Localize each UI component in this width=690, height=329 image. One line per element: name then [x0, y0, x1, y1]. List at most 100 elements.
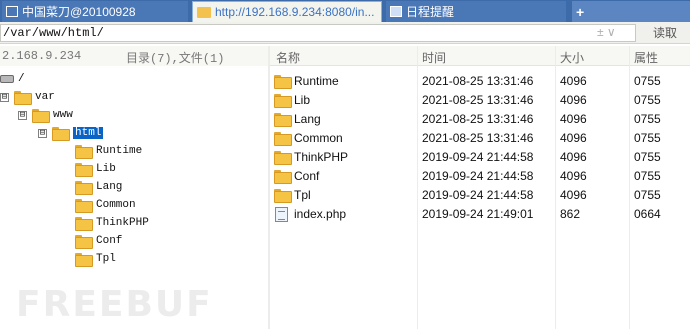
file-time: 2021-08-25 13:31:46 [422, 74, 534, 88]
tab-file-manager[interactable]: http://192.168.9.234:8080/in... [192, 1, 382, 22]
read-button[interactable]: 读取 [640, 24, 690, 42]
file-row[interactable]: ThinkPHP 2019-09-24 21:44:58 4096 0755 [270, 147, 690, 166]
file-row[interactable]: Common 2021-08-25 13:31:46 4096 0755 [270, 128, 690, 147]
file-size: 4096 [560, 74, 587, 88]
folder-icon [75, 163, 93, 177]
file-name: ThinkPHP [294, 150, 349, 164]
folder-icon [197, 6, 211, 18]
tab-label: 中国菜刀@20100928 [22, 5, 136, 19]
collapse-icon[interactable]: ⊟ [38, 128, 47, 138]
tree-node-var[interactable]: ⊟ var [0, 88, 55, 106]
item-count: 目录(7),文件(1) [126, 52, 225, 66]
folder-icon [75, 217, 93, 231]
tree-label: Common [96, 199, 136, 211]
file-time: 2019-09-24 21:44:58 [422, 150, 534, 164]
folder-icon [274, 75, 292, 89]
folder-icon [75, 199, 93, 213]
collapse-icon[interactable]: ⊟ [0, 92, 9, 102]
tree-node-child[interactable]: Common [75, 196, 136, 214]
tree-label: Tpl [96, 253, 116, 265]
file-attr: 0755 [634, 112, 661, 126]
folder-icon [274, 151, 292, 165]
tree-label: var [35, 91, 55, 103]
folder-icon [274, 170, 292, 184]
file-row[interactable]: Lang 2021-08-25 13:31:46 4096 0755 [270, 109, 690, 128]
file-attr: 0755 [634, 188, 661, 202]
column-header-time[interactable]: 时间 [422, 49, 446, 66]
file-size: 4096 [560, 150, 587, 164]
file-name: Runtime [294, 74, 339, 88]
file-size: 4096 [560, 188, 587, 202]
folder-icon [274, 189, 292, 203]
collapse-icon[interactable]: ⊟ [18, 110, 27, 120]
folder-icon [274, 132, 292, 146]
file-name: index.php [294, 207, 347, 221]
file-size: 4096 [560, 112, 587, 126]
tree-header: 2.168.9.234 目录(7),文件(1) [0, 46, 268, 66]
tree-label: Conf [96, 235, 123, 247]
tree-node-html[interactable]: ⊟ html [38, 124, 104, 142]
tree-node-child[interactable]: Lang [75, 178, 122, 196]
folder-icon [75, 235, 93, 249]
file-time: 2019-09-24 21:49:01 [422, 207, 534, 221]
file-name: Conf [294, 169, 320, 183]
folder-icon [274, 94, 292, 108]
tree-node-child[interactable]: Runtime [75, 142, 142, 160]
tab-schedule[interactable]: 日程提醒 [386, 1, 566, 22]
tree-node-child[interactable]: Lib [75, 160, 116, 178]
file-size: 4096 [560, 131, 587, 145]
new-tab-icon: + [576, 3, 585, 20]
file-size: 4096 [560, 93, 587, 107]
folder-icon [32, 109, 50, 123]
address-bar: /var/www/html/ ± ∨ 读取 [0, 22, 690, 44]
column-header-attr[interactable]: 属性 [634, 49, 658, 66]
file-time: 2021-08-25 13:31:46 [422, 131, 534, 145]
file-time: 2021-08-25 13:31:46 [422, 112, 534, 126]
file-name: Common [294, 131, 343, 145]
folder-icon [274, 113, 292, 127]
drive-icon [0, 75, 14, 83]
folder-icon [75, 181, 93, 195]
path-input[interactable]: /var/www/html/ [0, 24, 636, 42]
column-header-name[interactable]: 名称 [276, 49, 300, 66]
tree-node-root[interactable]: / [0, 70, 25, 88]
tree-label: Lib [96, 163, 116, 175]
tree-node-child[interactable]: Tpl [75, 250, 116, 268]
file-attr: 0755 [634, 93, 661, 107]
path-dropdown[interactable]: ± ∨ [597, 25, 616, 39]
file-attr: 0755 [634, 150, 661, 164]
file-name: Lang [294, 112, 321, 126]
tree-node-child[interactable]: ThinkPHP [75, 214, 149, 232]
tab-bar: 中国菜刀@20100928 http://192.168.9.234:8080/… [0, 0, 690, 22]
file-time: 2021-08-25 13:31:46 [422, 93, 534, 107]
file-row[interactable]: Tpl 2019-09-24 21:44:58 4096 0755 [270, 185, 690, 204]
file-name: Lib [294, 93, 311, 107]
file-row[interactable]: Lib 2021-08-25 13:31:46 4096 0755 [270, 90, 690, 109]
file-attr: 0664 [634, 207, 661, 221]
tab-caidao[interactable]: 中国菜刀@20100928 [2, 1, 188, 22]
watermark: FREEBUF [16, 284, 213, 325]
window-icon [6, 6, 18, 17]
file-size: 4096 [560, 169, 587, 183]
tree-node-child[interactable]: Conf [75, 232, 122, 250]
file-row[interactable]: index.php 2019-09-24 21:49:01 862 0664 [270, 204, 690, 223]
tab-label: 日程提醒 [406, 5, 455, 19]
tree-label: / [18, 73, 25, 85]
file-attr: 0755 [634, 131, 661, 145]
host-label: 2.168.9.234 [2, 49, 82, 63]
file-attr: 0755 [634, 169, 661, 183]
file-time: 2019-09-24 21:44:58 [422, 169, 534, 183]
file-name: Tpl [294, 188, 311, 202]
tree-node-www[interactable]: ⊟ www [18, 106, 73, 124]
folder-icon [75, 145, 93, 159]
tree-label: Runtime [96, 145, 143, 157]
column-header-size[interactable]: 大小 [560, 49, 584, 66]
file-row[interactable]: Runtime 2021-08-25 13:31:46 4096 0755 [270, 71, 690, 90]
tab-label: http://192.168.9.234:8080/in... [215, 5, 375, 19]
tree-label-selected: html [73, 127, 104, 139]
file-row[interactable]: Conf 2019-09-24 21:44:58 4096 0755 [270, 166, 690, 185]
new-tab-button[interactable]: + [572, 1, 690, 22]
tree-label: www [53, 109, 73, 121]
php-file-icon [275, 207, 288, 222]
tree-label: Lang [96, 181, 123, 193]
